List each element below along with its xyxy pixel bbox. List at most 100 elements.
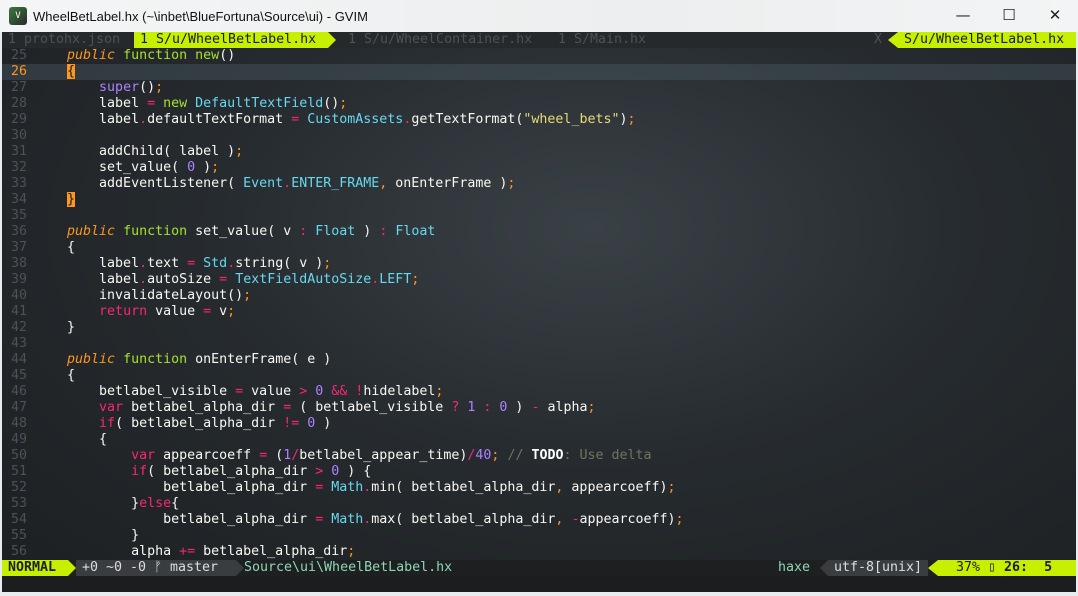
code-token: ; xyxy=(675,512,684,527)
tab-wheelbetlabel-active[interactable]: 1 S/u/WheelBetLabel.hx xyxy=(134,32,328,48)
code-line[interactable]: 41 return value = v; xyxy=(2,304,1076,320)
code-token: 40 xyxy=(475,448,492,463)
editor[interactable]: 1 protohx.json 1 S/u/WheelBetLabel.hx 1 S/… xyxy=(2,32,1076,592)
code-line[interactable]: 26 { xyxy=(2,64,1076,80)
code-token: Std xyxy=(203,256,228,271)
code-line[interactable]: 37 { xyxy=(2,240,1076,256)
line-number: 35 xyxy=(11,208,28,223)
line-code: label = new DefaultTextField(); xyxy=(35,96,347,112)
code-token: ; xyxy=(627,112,636,127)
tab-protohx-json[interactable]: 1 protohx.json xyxy=(2,32,126,48)
code-line[interactable]: 56 alpha += betlabel_alpha_dir; xyxy=(2,544,1076,560)
code-token: = xyxy=(259,448,268,463)
line-code: { xyxy=(35,64,76,80)
line-number: 38 xyxy=(11,256,28,271)
code-token: () xyxy=(139,80,156,95)
code-line[interactable]: 55 } xyxy=(2,528,1076,544)
git-status: +0 ~0 -0 ᚠ master xyxy=(76,560,236,576)
code-token: label xyxy=(35,112,140,127)
line-number: 47 xyxy=(11,400,28,415)
code-line[interactable]: 35 xyxy=(2,208,1076,224)
line-number: 51 xyxy=(11,464,28,479)
filetype: haxe xyxy=(778,560,811,575)
mode-indicator: NORMAL xyxy=(2,560,68,576)
code-token: : Use delta xyxy=(563,448,652,463)
code-area[interactable]: 25 public function new() 26 {27 super(); 2… xyxy=(2,48,1076,560)
code-token: function xyxy=(123,352,188,367)
code-token: value xyxy=(243,384,300,399)
code-line[interactable]: 42 } xyxy=(2,320,1076,336)
minimize-button[interactable]: — xyxy=(940,0,986,30)
code-line[interactable]: 50 var appearcoeff = (1/betlabel_appear_… xyxy=(2,448,1076,464)
code-line[interactable]: 27 super(); xyxy=(2,80,1076,96)
line-number: 52 xyxy=(11,480,28,495)
code-token: onEnterFrame ) xyxy=(387,176,508,191)
code-token: ; xyxy=(227,304,236,319)
tab-close-button[interactable]: X xyxy=(868,32,888,48)
line-number: 33 xyxy=(11,176,28,191)
line-number: 32 xyxy=(11,160,28,175)
code-line[interactable]: 31 addChild( label ); xyxy=(2,144,1076,160)
line-code: public function onEnterFrame( e ) xyxy=(35,352,331,368)
code-token: ( betlabel_alpha_dir xyxy=(147,464,316,479)
code-token: Float xyxy=(395,224,436,239)
code-line[interactable]: 28 label = new DefaultTextField(); xyxy=(2,96,1076,112)
code-line[interactable]: 38 label.text = Std.string( v ); xyxy=(2,256,1076,272)
code-token: ; xyxy=(155,80,164,95)
line-number: 54 xyxy=(11,512,28,527)
code-line[interactable]: 46 betlabel_visible = value > 0 && !hide… xyxy=(2,384,1076,400)
code-token: ) xyxy=(355,224,380,239)
maximize-button[interactable]: ☐ xyxy=(986,0,1032,30)
line-number: 41 xyxy=(11,304,28,319)
code-token: // xyxy=(507,448,532,463)
code-token: . xyxy=(227,256,236,271)
code-line[interactable]: 53 }else{ xyxy=(2,496,1076,512)
code-line[interactable]: 52 betlabel_alpha_dir = Math.min( betlab… xyxy=(2,480,1076,496)
tab-main[interactable]: 1 S/Main.hx xyxy=(552,32,652,48)
code-line[interactable]: 32 set_value( 0 ); xyxy=(2,160,1076,176)
code-line[interactable]: 30 xyxy=(2,128,1076,144)
code-line[interactable]: 39 label.autoSize = TextFieldAutoSize.LE… xyxy=(2,272,1076,288)
line-number: 30 xyxy=(11,128,28,143)
code-line[interactable]: 25 public function new() xyxy=(2,48,1076,64)
line-number: 36 xyxy=(11,224,28,239)
code-token: 0 xyxy=(187,160,196,175)
tabline: 1 protohx.json 1 S/u/WheelBetLabel.hx 1 S/… xyxy=(2,32,1076,48)
code-line[interactable]: 33 addEventListener( Event.ENTER_FRAME, … xyxy=(2,176,1076,192)
code-token: getTextFormat( xyxy=(411,112,524,127)
code-token: value xyxy=(147,304,204,319)
window-title: WheelBetLabel.hx (~\inbet\BlueFortuna\So… xyxy=(33,8,368,24)
line-code: betlabel_alpha_dir = Math.max( betlabel_… xyxy=(35,512,684,528)
tab-wheelcontainer[interactable]: 1 S/u/WheelContainer.hx xyxy=(342,32,538,48)
code-line[interactable]: 51 if( betlabel_alpha_dir > 0 ) { xyxy=(2,464,1076,480)
code-token: () xyxy=(219,48,236,63)
line-number: 48 xyxy=(11,416,28,431)
line-number: 29 xyxy=(11,112,28,127)
code-line[interactable]: 43 xyxy=(2,336,1076,352)
code-line[interactable]: 45 { xyxy=(2,368,1076,384)
code-line[interactable]: 34 } xyxy=(2,192,1076,208)
code-line[interactable]: 36 public function set_value( v : Float … xyxy=(2,224,1076,240)
code-token: Float xyxy=(315,224,356,239)
code-token: public xyxy=(67,352,116,367)
code-line[interactable]: 54 betlabel_alpha_dir = Math.max( betlab… xyxy=(2,512,1076,528)
line-number: 42 xyxy=(11,320,28,335)
current-buffer-label: S/u/WheelBetLabel.hx xyxy=(898,32,1076,48)
code-line[interactable]: 49 { xyxy=(2,432,1076,448)
code-line[interactable]: 44 public function onEnterFrame( e ) xyxy=(2,352,1076,368)
code-token: . xyxy=(139,256,148,271)
close-button[interactable]: ✕ xyxy=(1032,0,1078,30)
line-code: } xyxy=(35,192,76,208)
command-line[interactable] xyxy=(2,576,1076,592)
code-token: = xyxy=(203,304,212,319)
code-line[interactable]: 48 if( betlabel_alpha_dir != 0 ) xyxy=(2,416,1076,432)
tab-separator xyxy=(888,32,898,48)
code-line[interactable]: 29 label.defaultTextFormat = CustomAsset… xyxy=(2,112,1076,128)
code-line[interactable]: 40 invalidateLayout(); xyxy=(2,288,1076,304)
code-line[interactable]: 47 var betlabel_alpha_dir = ( betlabel_v… xyxy=(2,400,1076,416)
